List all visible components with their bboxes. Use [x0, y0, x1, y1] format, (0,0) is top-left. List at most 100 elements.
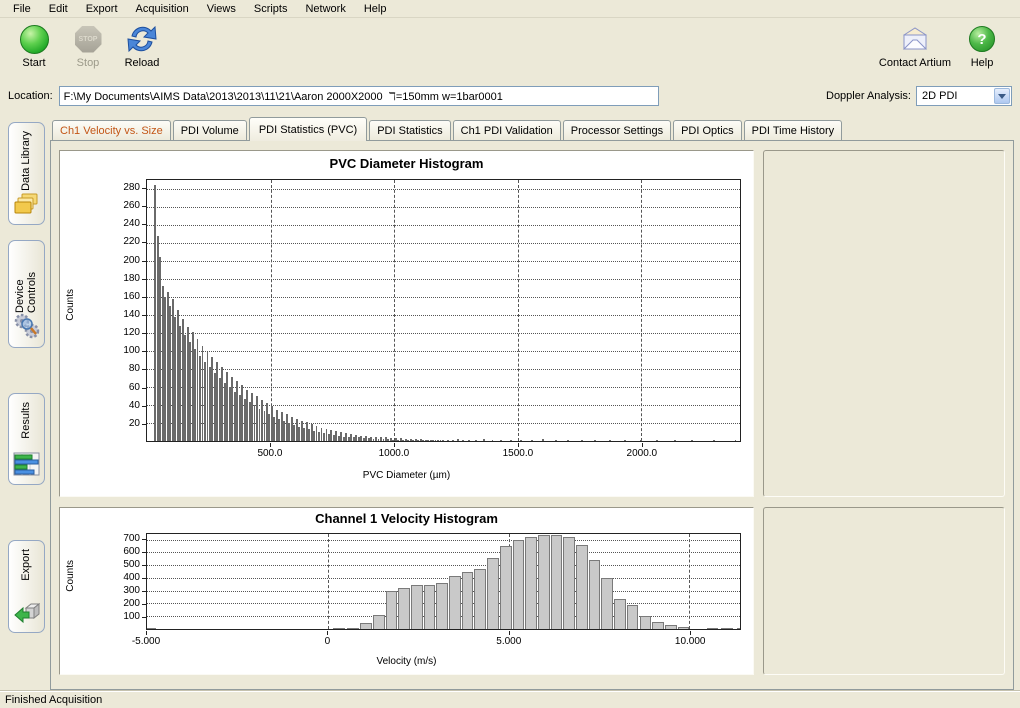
sidebar-item-device-controls[interactable]: Device Controls — [8, 240, 45, 348]
histogram-bar — [721, 628, 733, 629]
tab-pdi-time-history[interactable]: PDI Time History — [744, 120, 843, 140]
x-tick-mark — [690, 631, 691, 635]
histogram-bar — [589, 560, 601, 629]
h-gridline — [147, 540, 740, 541]
histogram-bar — [468, 440, 470, 441]
y-tick-label: 240 — [108, 218, 140, 229]
x-tick-label: 2000.0 — [610, 448, 674, 459]
y-tick-label: 220 — [108, 236, 140, 247]
tab-pdi-statistics[interactable]: PDI Statistics — [369, 120, 450, 140]
histogram-bar — [555, 440, 557, 441]
histogram-bar — [601, 578, 613, 629]
histogram-bar — [333, 628, 345, 629]
sidebar-item-label: Results — [20, 402, 32, 439]
menu-views[interactable]: Views — [198, 1, 245, 17]
y-tick-label: 260 — [108, 200, 140, 211]
histogram-bar — [373, 615, 385, 629]
histogram-bar — [538, 535, 550, 629]
sidebar-item-label: Export — [20, 549, 32, 581]
start-icon — [20, 25, 49, 54]
h-gridline — [147, 261, 740, 262]
start-button[interactable]: Start — [8, 22, 60, 69]
menu-edit[interactable]: Edit — [40, 1, 77, 17]
top-row: PVC Diameter HistogramCounts204060801001… — [59, 150, 1005, 497]
h-gridline — [147, 207, 740, 208]
histogram-bar — [449, 576, 461, 629]
y-tick-mark — [142, 261, 146, 262]
menu-scripts[interactable]: Scripts — [245, 1, 297, 17]
x-axis-label: Velocity (m/s) — [60, 656, 753, 667]
y-tick-label: 80 — [108, 363, 140, 374]
sidebar-item-data-library[interactable]: Data Library — [8, 122, 45, 225]
histogram-bar — [386, 591, 398, 629]
menu-network[interactable]: Network — [296, 1, 354, 17]
chevron-down-icon[interactable] — [994, 88, 1010, 104]
h-gridline — [147, 351, 740, 352]
y-tick-mark — [142, 617, 146, 618]
y-tick-label: 180 — [108, 273, 140, 284]
tab-ch1-pdi-validation[interactable]: Ch1 PDI Validation — [453, 120, 561, 140]
menubar: FileEditExportAcquisitionViewsScriptsNet… — [0, 0, 1020, 18]
h-gridline — [147, 333, 740, 334]
h-gridline — [147, 225, 740, 226]
x-tick-mark — [270, 443, 271, 447]
pvc-stats-panel — [763, 150, 1005, 497]
help-button[interactable]: ? Help — [956, 22, 1008, 69]
x-tick-label: 1500.0 — [486, 448, 550, 459]
main-area: Data Library Device Controls Results Export… — [0, 112, 1020, 690]
plot-area — [146, 533, 741, 630]
h-gridline — [147, 189, 740, 190]
histogram-bar — [483, 439, 485, 441]
v-gridline — [689, 534, 690, 629]
menu-file[interactable]: File — [4, 1, 40, 17]
y-tick-mark — [142, 224, 146, 225]
y-tick-mark — [142, 388, 146, 389]
doppler-analysis-dropdown[interactable]: 2D PDI — [916, 86, 1012, 106]
location-row: Location: Doppler Analysis: 2D PDI — [0, 80, 1020, 112]
tab-pdi-optics[interactable]: PDI Optics — [673, 120, 742, 140]
menu-acquisition[interactable]: Acquisition — [127, 1, 198, 17]
y-tick-label: 100 — [108, 345, 140, 356]
y-tick-label: 280 — [108, 182, 140, 193]
histogram-bar — [442, 440, 444, 441]
h-gridline — [147, 243, 740, 244]
y-tick-mark — [142, 369, 146, 370]
y-tick-label: 700 — [108, 533, 140, 544]
y-tick-label: 100 — [108, 611, 140, 622]
y-tick-mark — [142, 351, 146, 352]
bottom-row: Channel 1 Velocity HistogramCounts100200… — [59, 507, 1005, 675]
plot-area — [146, 179, 741, 442]
tab-pdi-statistics-pvc-[interactable]: PDI Statistics (PVC) — [249, 117, 367, 141]
y-tick-mark — [142, 604, 146, 605]
x-tick-mark — [509, 631, 510, 635]
stop-button: STOP Stop — [62, 22, 114, 69]
tab-pdi-volume[interactable]: PDI Volume — [173, 120, 247, 140]
menu-help[interactable]: Help — [355, 1, 396, 17]
sidebar-item-export[interactable]: Export — [8, 540, 45, 633]
histogram-bar — [551, 535, 563, 629]
sidebar-item-results[interactable]: Results — [8, 393, 45, 485]
x-tick-mark — [394, 443, 395, 447]
v-gridline — [271, 180, 272, 441]
contact-artium-button[interactable]: Contact Artium — [876, 22, 954, 69]
x-tick-label: 500.0 — [238, 448, 302, 459]
y-tick-mark — [142, 552, 146, 553]
histogram-bar — [360, 623, 372, 629]
tab-processor-settings[interactable]: Processor Settings — [563, 120, 671, 140]
contact-artium-label: Contact Artium — [879, 57, 951, 69]
bar-chart-icon — [13, 452, 40, 479]
h-gridline — [147, 369, 740, 370]
reload-button[interactable]: Reload — [116, 22, 168, 69]
sidebar: Data Library Device Controls Results Export — [2, 112, 50, 690]
tab-page-pdi-statistics-pvc: PVC Diameter HistogramCounts204060801001… — [50, 140, 1014, 690]
stop-button-label: Stop — [77, 57, 100, 69]
status-bar: Finished Acquisition — [0, 690, 1020, 708]
x-axis-label: PVC Diameter (µm) — [60, 470, 753, 481]
menu-export[interactable]: Export — [77, 1, 127, 17]
v-gridline — [641, 180, 642, 441]
y-tick-mark — [142, 539, 146, 540]
tab-ch1-velocity-vs-size[interactable]: Ch1 Velocity vs. Size — [52, 120, 171, 140]
h-gridline — [147, 552, 740, 553]
location-input[interactable] — [59, 86, 659, 106]
y-tick-mark — [142, 279, 146, 280]
